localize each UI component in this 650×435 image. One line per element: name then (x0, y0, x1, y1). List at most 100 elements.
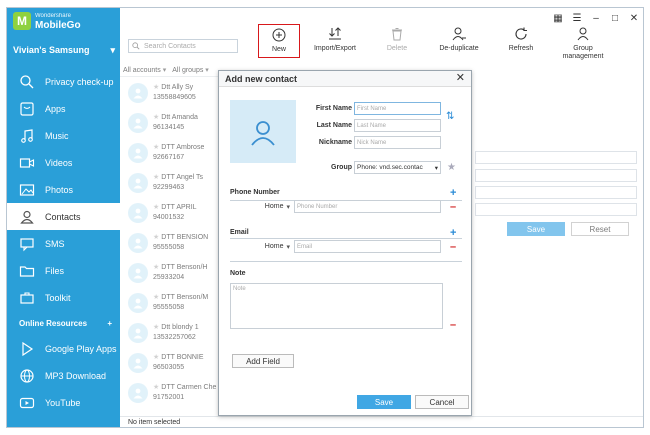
sms-icon (19, 236, 35, 252)
remove-email-icon[interactable]: – (450, 242, 456, 253)
deduplicate-button[interactable]: De-duplicate (428, 26, 490, 61)
close-icon[interactable]: ✕ (456, 73, 465, 84)
sidebar-item-label: Toolkit (45, 292, 71, 303)
sidebar-item-label: Videos (45, 157, 73, 168)
note-field[interactable]: Note (230, 283, 443, 329)
sidebar-item-label: Privacy check-up (45, 76, 114, 87)
divider (230, 261, 462, 262)
nickname-placeholder: Nick Name (357, 139, 387, 146)
person-icon (251, 120, 275, 146)
contact-photo[interactable] (230, 100, 296, 163)
sidebar-item-label: Google Play Apps (45, 343, 117, 354)
sidebar-item-label: MP3 Download (45, 370, 107, 381)
email-type-select[interactable]: Home (230, 240, 292, 253)
minimize-icon[interactable]: – (591, 13, 601, 24)
email-field[interactable]: Email (294, 240, 441, 253)
import-export-icon (329, 27, 341, 40)
device-name: Vivian's Samsung (13, 45, 90, 55)
globe-icon (19, 368, 35, 384)
new-button[interactable]: New (258, 24, 300, 58)
first-name-placeholder: First Name (357, 105, 387, 112)
note-placeholder: Note (233, 286, 246, 292)
group-management-button[interactable]: Group management (552, 26, 614, 61)
mobilego-logo-icon: M (13, 12, 31, 30)
save-button[interactable]: Save (357, 395, 411, 409)
sidebar: M Wondershare MobileGo Vivian's Samsung … (7, 8, 120, 427)
phone-type-select[interactable]: Home (230, 200, 292, 213)
remove-phone-icon[interactable]: – (450, 202, 456, 213)
maximize-icon[interactable]: □ (610, 13, 620, 24)
nickname-label: Nickname (318, 139, 352, 146)
play-icon (19, 341, 35, 357)
sidebar-item-toolkit[interactable]: Toolkit (7, 284, 120, 311)
new-label: New (271, 46, 286, 53)
sidebar-item-files[interactable]: Files (7, 257, 120, 284)
sidebar-item-label: SMS (45, 238, 65, 249)
search-input[interactable]: Search Contacts (128, 39, 238, 53)
app-window: M Wondershare MobileGo Vivian's Samsung … (6, 7, 644, 428)
deduplicate-icon (452, 27, 466, 41)
sidebar-item-label: Photos (45, 184, 74, 195)
toolbar-area: Search Contacts New Import/Export Delete… (120, 8, 643, 66)
youtube-icon (19, 395, 35, 411)
last-name-label: Last Name (316, 122, 352, 129)
sidebar-item-videos[interactable]: Videos (7, 149, 120, 176)
sidebar-item-label: YouTube (45, 397, 81, 408)
sidebar-item-label: Music (45, 130, 69, 141)
add-contact-dialog: Add new contact ✕ First Name First Name … (218, 70, 472, 416)
chevron-down-icon: ▾ (110, 45, 115, 55)
search-icon (19, 74, 35, 90)
sidebar-item-privacy[interactable]: Privacy check-up (7, 68, 120, 95)
phone-placeholder: Phone Number (297, 203, 338, 210)
sidebar-item-music[interactable]: Music (7, 122, 120, 149)
video-icon (19, 155, 35, 171)
sidebar-item-sms[interactable]: SMS (7, 230, 120, 257)
phone-field[interactable]: Phone Number (294, 200, 441, 213)
last-name-placeholder: Last Name (357, 122, 387, 129)
trash-icon (392, 28, 402, 41)
apps-icon (19, 101, 35, 117)
close-icon[interactable]: ✕ (629, 13, 639, 24)
last-name-field[interactable]: Last Name (354, 119, 441, 132)
contacts-icon (19, 209, 35, 225)
nickname-field[interactable]: Nick Name (354, 136, 441, 149)
swap-icon[interactable]: ⇅ (446, 111, 454, 122)
menu-icon[interactable]: ☰ (572, 13, 582, 24)
add-phone-icon[interactable]: + (450, 188, 456, 199)
device-selector[interactable]: Vivian's Samsung ▾ (13, 45, 115, 56)
star-icon[interactable]: ★ (447, 162, 456, 173)
product-name: MobileGo (35, 20, 81, 31)
first-name-field[interactable]: First Name (354, 102, 441, 115)
delete-button[interactable]: Delete (366, 26, 428, 61)
add-circle-icon (272, 28, 286, 42)
sidebar-item-contacts[interactable]: Contacts (7, 203, 120, 230)
remove-note-icon[interactable]: – (450, 320, 456, 331)
import-export-button[interactable]: Import/Export (304, 26, 366, 61)
brand-name: Wondershare (35, 13, 71, 19)
toolkit-icon (19, 290, 35, 306)
add-field-button[interactable]: Add Field (232, 354, 294, 368)
sidebar-item-youtube[interactable]: YouTube (7, 389, 120, 416)
group-management-label: Group management (562, 45, 604, 60)
group-icon (577, 27, 589, 41)
chevron-down-icon: ▾ (434, 164, 438, 172)
sidebar-nav: Privacy check-up Apps Music Videos Photo… (7, 68, 120, 416)
group-select[interactable]: Phone: vnd.sec.contac ▾ (354, 161, 441, 174)
plus-icon[interactable]: + (107, 319, 112, 328)
refresh-button[interactable]: Refresh (490, 26, 552, 61)
sidebar-item-label: Files (45, 265, 65, 276)
sidebar-item-apps[interactable]: Apps (7, 95, 120, 122)
sidebar-item-label: Apps (45, 103, 66, 114)
dialog-title: Add new contact (225, 74, 298, 84)
cancel-button[interactable]: Cancel (415, 395, 469, 409)
chat-icon[interactable]: ▦ (553, 13, 563, 24)
note-section-title: Note (230, 270, 246, 277)
music-icon (19, 128, 35, 144)
divider (230, 238, 462, 239)
search-icon (132, 42, 140, 50)
app-logo: M Wondershare MobileGo (13, 12, 81, 31)
sidebar-item-google-play[interactable]: Google Play Apps (7, 335, 120, 362)
sidebar-item-photos[interactable]: Photos (7, 176, 120, 203)
add-email-icon[interactable]: + (450, 228, 456, 239)
sidebar-item-mp3[interactable]: MP3 Download (7, 362, 120, 389)
